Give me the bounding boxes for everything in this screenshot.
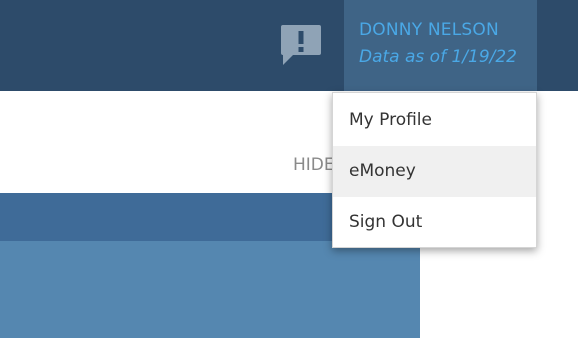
user-name: DONNY NELSON xyxy=(359,20,499,40)
panel-body xyxy=(0,241,420,338)
user-menu-toggle[interactable]: DONNY NELSON Data as of 1/19/22 xyxy=(344,0,537,91)
menu-item-emoney[interactable]: eMoney xyxy=(333,146,536,197)
menu-item-sign-out[interactable]: Sign Out xyxy=(333,197,536,248)
hide-link[interactable]: HIDE xyxy=(293,155,335,175)
top-header: DONNY NELSON Data as of 1/19/22 xyxy=(0,0,578,91)
data-as-of-date: Data as of 1/19/22 xyxy=(359,47,517,67)
user-dropdown-menu: My Profile eMoney Sign Out xyxy=(332,92,537,248)
feedback-button[interactable] xyxy=(279,23,323,67)
feedback-exclamation-icon xyxy=(281,25,321,65)
menu-item-my-profile[interactable]: My Profile xyxy=(333,95,536,146)
